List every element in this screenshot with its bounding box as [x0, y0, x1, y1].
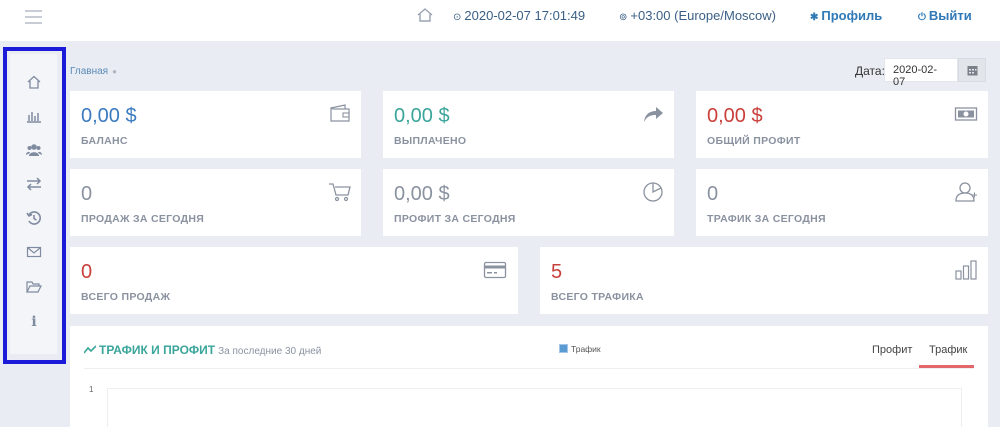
profit-today-value: 0,00 $ [394, 183, 450, 205]
legend-swatch [559, 344, 568, 353]
calendar-button[interactable] [958, 58, 986, 82]
folder-open-icon[interactable] [26, 279, 42, 295]
home-icon[interactable] [416, 6, 434, 24]
logout-link[interactable]: ⏻ Выйти [918, 8, 972, 23]
chart-plot-area [107, 388, 962, 427]
sales-today-card: 0 ПРОДАЖ ЗА СЕГОДНЯ [70, 169, 361, 236]
profit-today-card: 0,00 $ ПРОФИТ ЗА СЕГОДНЯ [383, 169, 674, 236]
total-traffic-value: 5 [551, 261, 563, 283]
balance-label: БАЛАНС [81, 135, 128, 147]
active-tab-indicator [919, 365, 974, 368]
hamburger-menu-icon[interactable] [25, 10, 42, 24]
breadcrumb-home-link[interactable]: Главная [70, 66, 108, 77]
datetime: ⊙ 2020-02-07 17:01:49 [453, 8, 586, 23]
wallet-icon [330, 104, 350, 122]
paid-label: ВЫПЛАЧЕНО [394, 135, 467, 147]
total-traffic-label: ВСЕГО ТРАФИКА [551, 291, 644, 303]
line-chart-icon [83, 345, 97, 354]
sales-today-label: ПРОДАЖ ЗА СЕГОДНЯ [81, 213, 205, 225]
total-profit-value: 0,00 $ [707, 105, 763, 127]
panel-title: ТРАФИК И ПРОФИТ За последние 30 дней [83, 343, 322, 357]
exchange-icon[interactable] [26, 176, 42, 192]
power-icon: ⏻ [918, 12, 926, 23]
pie-chart-icon [643, 182, 663, 202]
timezone-icon: ⊚ [619, 12, 628, 23]
profit-today-label: ПРОФИТ ЗА СЕГОДНЯ [394, 213, 516, 225]
home-icon[interactable] [26, 74, 42, 90]
balance-value: 0,00 $ [81, 105, 137, 127]
gear-icon: ✱ [810, 12, 819, 23]
timezone: ⊚ +03:00 (Europe/Moscow) [619, 8, 776, 23]
calendar-icon [967, 66, 978, 76]
date-label: Дата: [855, 64, 885, 78]
paid-card: 0,00 $ ВЫПЛАЧЕНО [383, 91, 674, 158]
clock-icon: ⊙ [453, 12, 462, 23]
total-profit-label: ОБЩИЙ ПРОФИТ [707, 135, 801, 147]
date-input[interactable]: 2020-02-07 [884, 58, 958, 88]
users-icon[interactable] [26, 142, 42, 158]
info-icon[interactable]: i [26, 314, 42, 330]
cart-icon [329, 183, 351, 202]
traffic-profit-panel: ТРАФИК И ПРОФИТ За последние 30 дней Траф… [70, 326, 988, 427]
credit-card-icon [483, 261, 507, 279]
total-traffic-card: 5 ВСЕГО ТРАФИКА [540, 247, 988, 314]
balance-card: 0,00 $ БАЛАНС [70, 91, 361, 158]
traffic-today-label: ТРАФИК ЗА СЕГОДНЯ [707, 213, 826, 225]
sales-today-value: 0 [81, 183, 93, 205]
envelope-icon[interactable] [26, 244, 42, 260]
traffic-today-card: 0 ТРАФИК ЗА СЕГОДНЯ [696, 169, 988, 236]
history-icon[interactable] [26, 210, 42, 226]
tab-profit[interactable]: Профит [872, 344, 912, 356]
breadcrumb: Главная ● [70, 66, 117, 77]
total-sales-value: 0 [81, 261, 93, 283]
paid-value: 0,00 $ [394, 105, 450, 127]
share-arrow-icon [644, 107, 663, 122]
legend-label: Трафик [571, 344, 601, 354]
traffic-today-value: 0 [707, 183, 719, 205]
y-tick-label: 1 [89, 385, 94, 394]
sidebar: i [10, 54, 57, 354]
user-outline-icon [955, 182, 977, 202]
total-sales-card: 0 ВСЕГО ПРОДАЖ [70, 247, 518, 314]
breadcrumb-separator: ● [112, 67, 117, 76]
total-profit-card: 0,00 $ ОБЩИЙ ПРОФИТ [696, 91, 988, 158]
bars-icon [955, 260, 977, 280]
panel-subtitle: За последние 30 дней [218, 346, 322, 357]
bar-chart-icon[interactable] [26, 108, 42, 124]
money-icon [954, 107, 978, 121]
panel-divider [84, 368, 974, 369]
total-sales-label: ВСЕГО ПРОДАЖ [81, 291, 171, 303]
tab-traffic[interactable]: Трафик [929, 344, 967, 356]
chart-legend: Трафик [559, 344, 601, 354]
profile-link[interactable]: ✱ Профиль [810, 8, 882, 23]
top-bar: ⊙ 2020-02-07 17:01:49 ⊚ +03:00 (Europe/Mos… [0, 0, 1000, 41]
